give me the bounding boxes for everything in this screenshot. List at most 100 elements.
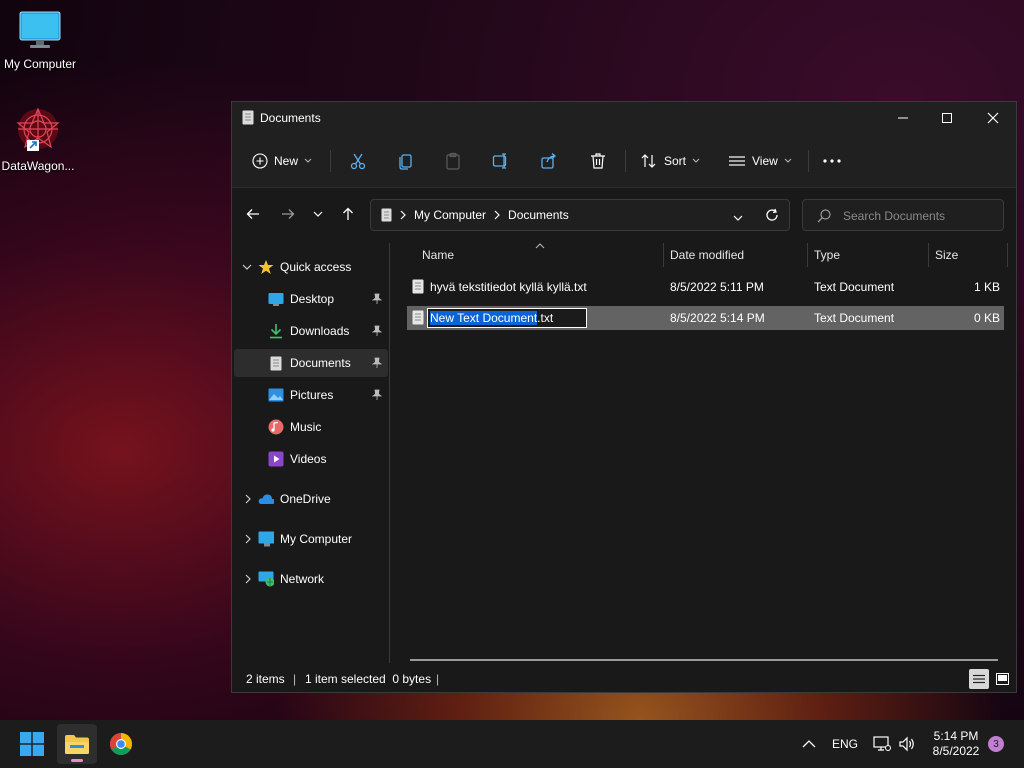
network-icon [258, 571, 274, 587]
pin-icon[interactable] [371, 293, 383, 308]
language-indicator[interactable]: ENG [832, 720, 858, 768]
arrow-right-icon [282, 209, 295, 219]
scissors-icon [350, 153, 366, 170]
sort-button[interactable]: Sort [640, 147, 700, 175]
paste-button[interactable] [444, 147, 462, 175]
chevron-down-icon [304, 158, 312, 163]
maximize-icon [942, 113, 952, 123]
sidebar-item-documents[interactable]: Documents [234, 349, 388, 377]
status-selection: 1 item selected 0 bytes [305, 672, 432, 686]
chevron-down-icon [313, 211, 323, 217]
rename-extension-text: .txt [537, 311, 554, 325]
file-list: Name Date modified Type Size hyvä teksti… [392, 243, 1016, 663]
text-file-icon [412, 279, 424, 297]
file-size: 1 KB [973, 280, 1000, 294]
sidebar-item-quick-access[interactable]: Quick access [234, 253, 388, 281]
address-bar[interactable]: My Computer Documents [370, 199, 790, 231]
desktop-icon-my-computer[interactable]: My Computer [0, 10, 80, 71]
close-icon [987, 112, 999, 124]
cut-button[interactable] [349, 147, 367, 175]
sidebar-item-pictures[interactable]: Pictures [234, 381, 388, 409]
details-view-button[interactable] [969, 669, 989, 689]
minimize-icon [898, 117, 908, 119]
breadcrumb-documents[interactable]: Documents [508, 208, 569, 222]
sidebar-item-label: Documents [290, 356, 351, 370]
file-name: hyvä tekstitiedot kyllä kyllä.txt [430, 280, 587, 294]
chevron-right-icon[interactable] [244, 494, 252, 504]
tiles-view-icon [995, 673, 1009, 685]
more-icon [823, 159, 841, 163]
network-status-icon[interactable] [873, 720, 891, 768]
notification-badge: 3 [988, 736, 1004, 752]
monitor-icon [258, 531, 274, 547]
maximize-button[interactable] [924, 102, 970, 134]
sidebar-item-my-computer[interactable]: My Computer [234, 525, 388, 553]
chevron-down-icon[interactable] [242, 263, 252, 271]
volume-icon[interactable] [898, 720, 916, 768]
column-header-size[interactable]: Size [935, 248, 958, 262]
chevron-down-icon [784, 158, 792, 163]
search-box[interactable]: Search Documents [802, 199, 1004, 231]
minimize-button[interactable] [880, 102, 926, 134]
desktop-icon-datawagon[interactable]: DataWagon... [0, 106, 78, 173]
sidebar-item-music[interactable]: Music [234, 413, 388, 441]
chevron-right-icon[interactable] [244, 574, 252, 584]
sidebar-item-network[interactable]: Network [234, 565, 388, 593]
rename-input[interactable]: New Text Document.txt [427, 308, 587, 328]
address-dropdown-icon[interactable] [733, 211, 743, 225]
new-button[interactable]: New [252, 147, 312, 175]
up-button[interactable] [336, 202, 360, 226]
sort-label: Sort [664, 154, 687, 168]
tiles-view-button[interactable] [992, 669, 1012, 689]
monitor-icon [18, 10, 62, 53]
column-headers: Name Date modified Type Size [392, 243, 1016, 267]
show-hidden-icons-button[interactable] [802, 720, 816, 768]
back-button[interactable] [241, 202, 265, 226]
pin-icon[interactable] [371, 357, 383, 372]
chevron-up-icon [802, 740, 816, 748]
arrow-up-icon [343, 207, 353, 220]
pin-icon[interactable] [371, 325, 383, 340]
recent-locations-button[interactable] [306, 202, 330, 226]
pin-icon[interactable] [371, 389, 383, 404]
details-view-icon [973, 674, 985, 684]
notification-center-button[interactable]: 3 [988, 720, 1004, 768]
text-file-icon [412, 310, 424, 328]
navigation-pane: Quick access Desktop Downloads Documents… [232, 243, 390, 663]
delete-button[interactable] [589, 147, 607, 175]
sidebar-item-downloads[interactable]: Downloads [234, 317, 388, 345]
title-bar[interactable]: Documents [232, 102, 1016, 134]
download-icon [268, 323, 284, 339]
status-item-count: 2 items [246, 672, 285, 686]
sidebar-item-label: Music [290, 420, 322, 434]
taskbar-chrome[interactable] [101, 724, 141, 764]
more-options-button[interactable] [822, 147, 842, 175]
chevron-right-icon[interactable] [244, 534, 252, 544]
sidebar-item-label: My Computer [280, 532, 353, 546]
desktop-folder-icon [268, 291, 284, 307]
file-date: 8/5/2022 5:11 PM [670, 280, 764, 294]
star-icon [258, 259, 274, 275]
forward-button[interactable] [276, 202, 300, 226]
chevron-right-icon [494, 210, 500, 220]
sidebar-item-videos[interactable]: Videos [234, 445, 388, 473]
column-header-date-modified[interactable]: Date modified [670, 248, 744, 262]
horizontal-scrollbar[interactable] [410, 659, 998, 661]
clock[interactable]: 5:14 PM 8/5/2022 [928, 720, 984, 768]
column-header-type[interactable]: Type [814, 248, 840, 262]
sidebar-item-desktop[interactable]: Desktop [234, 285, 388, 313]
taskbar-file-explorer[interactable] [57, 724, 97, 764]
file-row-selected[interactable]: New Text Document.txt 8/5/2022 5:14 PM T… [407, 306, 1004, 330]
column-header-name[interactable]: Name [422, 248, 454, 262]
start-button[interactable] [12, 724, 52, 764]
copy-button[interactable] [397, 147, 415, 175]
arrow-left-icon [246, 209, 259, 219]
refresh-icon[interactable] [765, 208, 779, 225]
sidebar-item-onedrive[interactable]: OneDrive [234, 485, 388, 513]
file-row[interactable]: hyvä tekstitiedot kyllä kyllä.txt 8/5/20… [407, 275, 1004, 299]
rename-button[interactable] [492, 147, 510, 175]
view-button[interactable]: View [728, 147, 792, 175]
share-button[interactable] [540, 147, 558, 175]
breadcrumb-my-computer[interactable]: My Computer [414, 208, 486, 222]
close-button[interactable] [970, 102, 1016, 134]
